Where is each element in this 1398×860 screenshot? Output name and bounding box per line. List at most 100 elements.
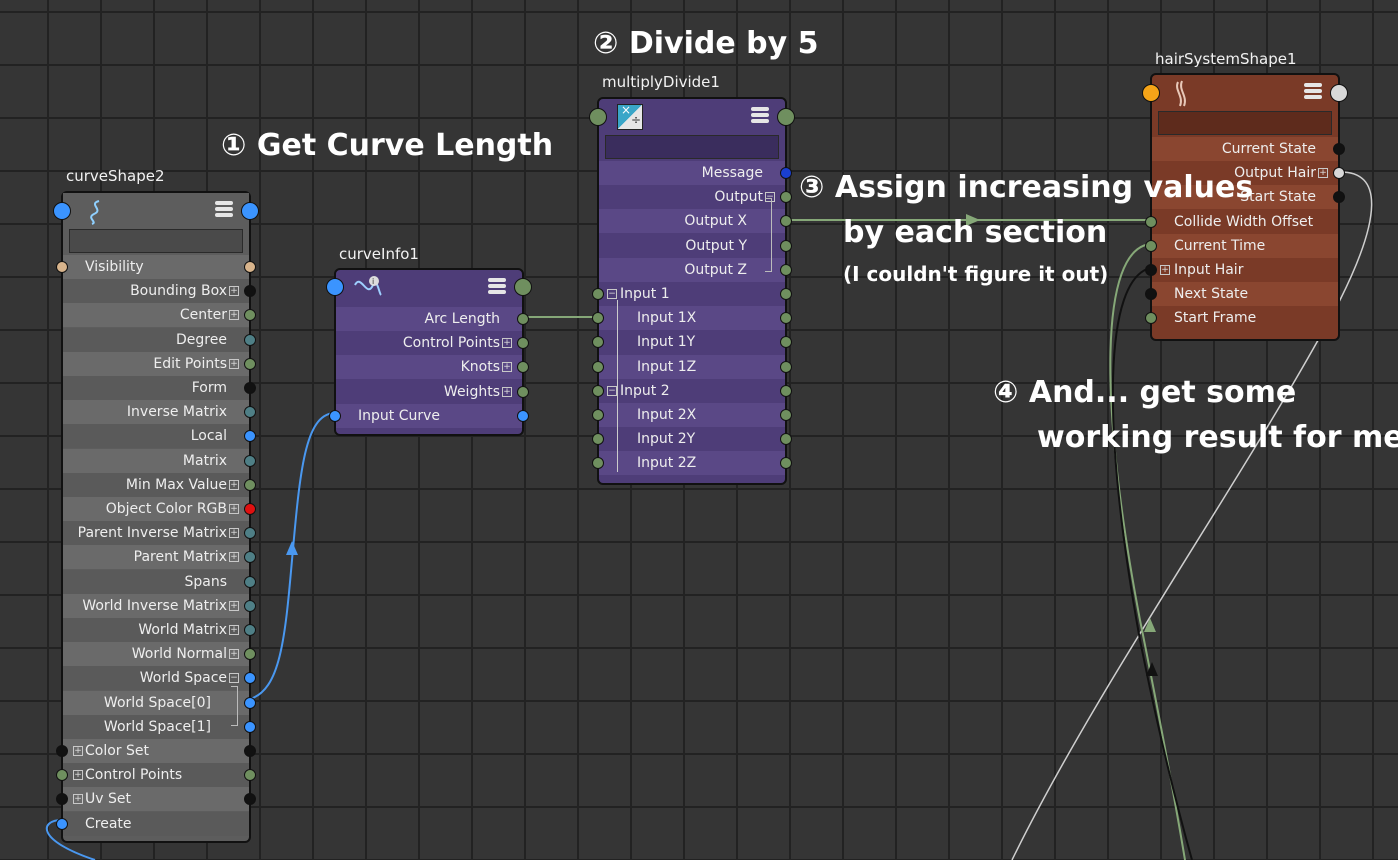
input-port[interactable] [1145, 312, 1157, 325]
attribute-row-world-space-0[interactable]: World Space[0] [63, 690, 256, 715]
node-hairsystem[interactable]: Current State Output Hair + Start State Coll… [1142, 73, 1348, 341]
input-port[interactable] [592, 457, 604, 470]
attribute-row-inverse-matrix[interactable]: Inverse Matrix [63, 400, 256, 425]
attribute-filter-input[interactable] [69, 229, 243, 253]
node-multiplydivide[interactable]: × ÷ Message Output − Output X Output Y Output… [589, 97, 795, 485]
output-port[interactable] [517, 409, 529, 422]
input-port[interactable] [56, 793, 68, 806]
attribute-row-output-y[interactable]: Output Y [599, 233, 792, 258]
expand-toggle-icon[interactable]: + [1160, 265, 1170, 275]
expand-toggle-icon[interactable]: + [229, 600, 239, 611]
output-port[interactable] [244, 478, 256, 491]
attribute-row-form[interactable]: Form [63, 376, 256, 400]
attribute-row-start-frame[interactable]: Start Frame [1145, 306, 1338, 331]
output-port[interactable] [244, 720, 256, 733]
input-port[interactable] [1145, 288, 1157, 301]
attribute-row-world-space-1[interactable]: World Space[1] [63, 714, 256, 739]
input-port[interactable] [592, 360, 604, 373]
attribute-row-input-2z[interactable]: Input 2Z [592, 451, 792, 476]
attribute-row-input-hair[interactable]: Input Hair + [1145, 258, 1338, 282]
node-input-port[interactable] [589, 108, 607, 126]
output-port[interactable] [244, 745, 256, 757]
input-port[interactable] [592, 384, 604, 397]
attribute-row-edit-points[interactable]: Edit Points + [63, 351, 256, 376]
attribute-row-input-1x[interactable]: Input 1X [592, 306, 792, 331]
menu-icon[interactable] [215, 201, 233, 217]
attribute-row-output[interactable]: Output − [599, 185, 792, 210]
attribute-row-input-1[interactable]: Input 1− [592, 282, 792, 306]
node-output-port[interactable] [241, 202, 259, 220]
attribute-row-input-2y[interactable]: Input 2Y [592, 427, 792, 452]
attribute-row-arc-length[interactable]: Arc Length [336, 307, 529, 331]
attribute-row-input-2[interactable]: Input 2− [592, 378, 792, 403]
attribute-row-bounding-box[interactable]: Bounding Box + [63, 279, 256, 304]
node-output-port[interactable] [1330, 84, 1348, 102]
attribute-row-min-max-value[interactable]: Min Max Value + [63, 472, 256, 497]
attribute-row-world-normal[interactable]: World Normal + [63, 642, 256, 667]
input-port[interactable] [56, 817, 68, 830]
output-port[interactable] [517, 385, 529, 398]
input-port[interactable] [1145, 215, 1157, 228]
expand-toggle-icon[interactable]: + [229, 358, 239, 369]
attribute-row-control-points[interactable]: Control Points + [336, 331, 529, 356]
attribute-row-input-1z[interactable]: Input 1Z [592, 354, 792, 379]
input-port[interactable] [592, 433, 604, 446]
attribute-row-uv-set[interactable]: Uv Set + [56, 787, 256, 812]
attribute-row-visibility[interactable]: Visibility [56, 255, 256, 279]
node-curveshape[interactable]: Visibility Bounding Box + Center + Degree Edit… [53, 191, 259, 843]
node-curveinfo[interactable]: i Arc Length Control Points + Knots + Weights… [326, 268, 532, 436]
attribute-row-object-color-rgb[interactable]: Object Color RGB + [63, 497, 256, 521]
attribute-row-next-state[interactable]: Next State [1145, 282, 1338, 307]
input-port[interactable] [592, 288, 604, 300]
node-input-port[interactable] [1142, 84, 1160, 102]
node-input-port[interactable] [326, 278, 344, 296]
expand-toggle-icon[interactable]: − [229, 673, 239, 684]
attribute-row-matrix[interactable]: Matrix [63, 448, 256, 473]
output-port[interactable] [244, 599, 256, 612]
attribute-row-input-2x[interactable]: Input 2X [592, 403, 792, 427]
attribute-row-output-z[interactable]: Output Z [599, 257, 792, 282]
expand-toggle-icon[interactable]: − [607, 385, 617, 396]
input-port[interactable] [56, 769, 68, 782]
output-port[interactable] [517, 313, 529, 325]
expand-toggle-icon[interactable]: − [607, 289, 617, 299]
expand-toggle-icon[interactable]: + [229, 479, 239, 490]
attribute-row-collide-width-offset[interactable]: Collide Width Offset [1145, 209, 1338, 234]
attribute-row-weights[interactable]: Weights + [336, 379, 529, 404]
expand-toggle-icon[interactable]: + [73, 770, 83, 781]
output-port[interactable] [780, 167, 792, 179]
output-port[interactable] [244, 333, 256, 346]
output-port[interactable] [244, 575, 256, 588]
attribute-row-world-space[interactable]: World Space − [63, 666, 256, 691]
attribute-row-knots[interactable]: Knots + [336, 355, 529, 380]
attribute-row-degree[interactable]: Degree [63, 327, 256, 352]
input-port[interactable] [329, 409, 341, 422]
menu-icon[interactable] [1304, 83, 1322, 99]
node-output-port[interactable] [514, 278, 532, 296]
output-port[interactable] [780, 384, 792, 397]
expand-toggle-icon[interactable]: + [229, 552, 239, 563]
expand-toggle-icon[interactable]: + [229, 528, 239, 539]
attribute-row-create[interactable]: Create [56, 811, 249, 836]
node-input-port[interactable] [53, 202, 71, 220]
expand-toggle-icon[interactable]: + [229, 649, 239, 660]
attribute-row-message[interactable]: Message [599, 161, 792, 185]
menu-icon[interactable] [488, 278, 506, 294]
attribute-row-input-1y[interactable]: Input 1Y [592, 330, 792, 355]
expand-toggle-icon[interactable]: + [229, 504, 239, 514]
attribute-row-control-points[interactable]: Control Points + [56, 763, 256, 788]
output-port[interactable] [244, 357, 256, 370]
output-port[interactable] [780, 288, 792, 300]
output-port[interactable] [780, 409, 792, 421]
attribute-row-current-time[interactable]: Current Time [1145, 233, 1338, 258]
expand-toggle-icon[interactable]: + [229, 625, 239, 635]
output-port[interactable] [244, 503, 256, 515]
attribute-row-world-inverse-matrix[interactable]: World Inverse Matrix + [63, 593, 256, 618]
wire-worldspace-to-inputcurve[interactable] [249, 412, 335, 700]
attribute-row-parent-inverse-matrix[interactable]: Parent Inverse Matrix + [63, 521, 256, 546]
node-header[interactable]: × ÷ [589, 99, 795, 163]
expand-toggle-icon[interactable]: + [229, 310, 239, 321]
attribute-row-world-matrix[interactable]: World Matrix + [63, 618, 256, 642]
input-port[interactable] [56, 745, 68, 757]
attribute-row-parent-matrix[interactable]: Parent Matrix + [63, 545, 256, 570]
